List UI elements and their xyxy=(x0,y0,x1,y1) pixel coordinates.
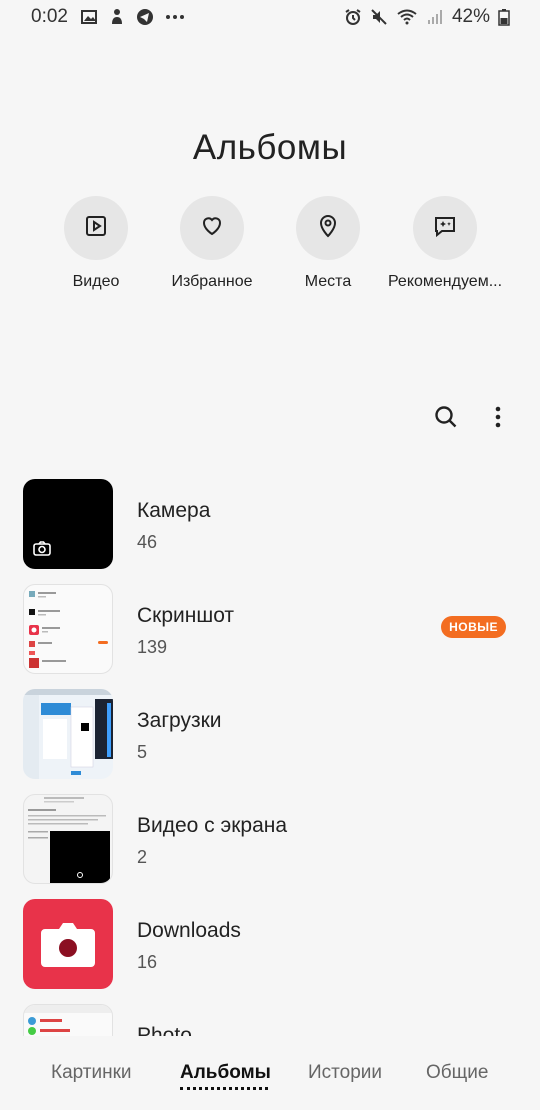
bottom-navigation: Картинки Альбомы Истории Общие xyxy=(0,1036,540,1110)
album-screenshots[interactable]: Скриншот 139 НОВЫЕ xyxy=(0,584,540,680)
album-screen-recordings[interactable]: Видео с экрана 2 xyxy=(0,794,540,890)
album-thumbnail xyxy=(23,689,113,779)
quick-recommended-circle[interactable] xyxy=(413,196,477,260)
quick-favorites-label: Избранное xyxy=(171,273,253,290)
album-name: Загрузки xyxy=(137,709,222,732)
tab-shared[interactable]: Общие xyxy=(426,1062,488,1084)
tab-pictures[interactable]: Картинки xyxy=(51,1062,132,1084)
album-thumbnail xyxy=(23,479,113,569)
new-badge: НОВЫЕ xyxy=(441,616,506,638)
quick-recommended[interactable]: Рекомендуем... xyxy=(387,196,503,291)
quick-video[interactable]: Видео xyxy=(41,196,151,291)
location-pin-icon xyxy=(315,213,341,244)
search-icon xyxy=(433,404,459,435)
battery-icon xyxy=(498,8,510,26)
album-downloads-ru[interactable]: Загрузки 5 xyxy=(0,689,540,785)
album-thumbnail xyxy=(23,794,113,884)
more-vertical-icon xyxy=(485,404,511,435)
active-tab-indicator xyxy=(180,1087,268,1090)
battery-percent: 42% xyxy=(451,6,490,27)
telegram-icon xyxy=(136,8,154,26)
album-count: 2 xyxy=(137,847,148,867)
sparkle-chat-icon xyxy=(432,213,458,244)
album-thumbnail xyxy=(23,584,113,674)
album-camera[interactable]: Камера 46 xyxy=(0,479,540,575)
album-count: 5 xyxy=(137,742,148,762)
tab-albums[interactable]: Альбомы xyxy=(180,1062,271,1084)
more-dots-icon xyxy=(164,8,186,26)
album-name: Видео с экрана xyxy=(137,814,288,837)
album-thumbnail xyxy=(23,899,113,989)
album-name: Камера xyxy=(137,499,211,522)
album-count: 46 xyxy=(137,532,158,552)
tab-stories[interactable]: Истории xyxy=(308,1062,382,1084)
quick-video-circle[interactable] xyxy=(64,196,128,260)
status-bar: 0:02 42% xyxy=(0,0,540,34)
wifi-icon xyxy=(396,8,418,26)
alarm-icon xyxy=(344,8,362,26)
page-title: Альбомы xyxy=(192,128,348,167)
album-downloads[interactable]: Downloads 16 xyxy=(0,899,540,995)
quick-places[interactable]: Места xyxy=(273,196,383,291)
album-count: 16 xyxy=(137,952,158,972)
quick-favorites[interactable]: Избранное xyxy=(157,196,267,291)
quick-favorites-circle[interactable] xyxy=(180,196,244,260)
album-count: 139 xyxy=(137,637,168,657)
more-options-button[interactable] xyxy=(483,404,513,434)
album-name: Downloads xyxy=(137,919,241,942)
heart-icon xyxy=(199,213,225,244)
status-time: 0:02 xyxy=(31,6,68,27)
gallery-icon xyxy=(80,8,98,26)
quick-places-label: Места xyxy=(304,273,352,290)
camera-icon xyxy=(33,540,51,561)
mute-icon xyxy=(370,8,388,26)
video-icon xyxy=(83,213,109,244)
quick-recommended-label: Рекомендуем... xyxy=(387,273,503,290)
location-person-icon xyxy=(108,8,126,26)
search-button[interactable] xyxy=(431,404,461,434)
signal-icon xyxy=(426,8,444,26)
album-name: Скриншот xyxy=(137,604,235,627)
quick-video-label: Видео xyxy=(72,273,120,290)
quick-places-circle[interactable] xyxy=(296,196,360,260)
camera-app-icon xyxy=(23,923,113,989)
